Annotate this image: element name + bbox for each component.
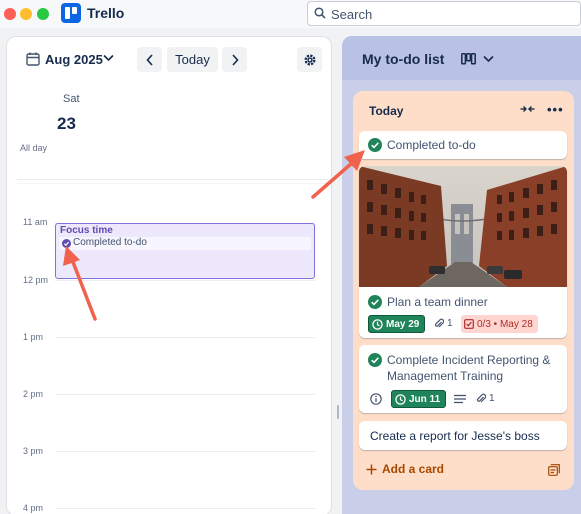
board-header: My to-do list xyxy=(342,36,581,80)
calendar-settings-button[interactable] xyxy=(297,47,322,72)
checklist-icon xyxy=(464,319,474,329)
due-date-badge[interactable]: Jun 11 xyxy=(391,390,447,408)
clock-icon xyxy=(372,318,383,330)
clock-icon xyxy=(395,393,406,405)
board-title[interactable]: My to-do list xyxy=(362,51,444,67)
info-icon xyxy=(370,393,382,405)
chevron-down-icon[interactable] xyxy=(103,54,114,62)
zoom-window-button[interactable] xyxy=(37,8,49,20)
check-circle-icon xyxy=(368,138,382,152)
list-more-icon[interactable]: ••• xyxy=(547,102,564,117)
calendar-event-focus-time[interactable]: Focus time Completed to-do xyxy=(55,223,315,279)
calendar-icon xyxy=(26,52,40,66)
due-date-label: Jun 11 xyxy=(409,393,441,405)
description-icon xyxy=(454,394,466,404)
attachment-count: 1 xyxy=(434,318,453,329)
hour-label: 1 pm xyxy=(23,332,44,342)
add-card-button[interactable]: Add a card xyxy=(366,462,444,476)
today-button[interactable]: Today xyxy=(167,47,218,72)
hour-label: 12 pm xyxy=(23,275,49,285)
checklist-label: 0/3 • May 28 xyxy=(477,318,533,330)
search-icon xyxy=(314,7,326,19)
calendar-panel: Aug 2025 Today Sat 23 All day 11 am 12 p… xyxy=(6,36,332,514)
event-todo-label: Completed to-do xyxy=(73,237,147,248)
chevron-down-icon[interactable] xyxy=(483,55,494,63)
all-day-divider-shadow xyxy=(17,183,331,184)
card-title: Complete Incident Reporting & Management… xyxy=(387,353,551,383)
board-view-icon[interactable] xyxy=(461,53,476,65)
paperclip-icon xyxy=(434,318,444,328)
card-title: Plan a team dinner xyxy=(387,295,488,309)
hour-label: 11 am xyxy=(23,217,48,227)
hour-line xyxy=(55,451,315,452)
gear-icon xyxy=(303,53,316,66)
day-number[interactable]: 23 xyxy=(57,114,76,134)
list-today: Today ••• Completed to-do Plan a team di… xyxy=(353,91,574,490)
app-name: Trello xyxy=(87,5,125,21)
event-title: Focus time xyxy=(60,225,113,236)
attachment-count-label: 1 xyxy=(447,318,453,329)
add-card-label: Add a card xyxy=(382,462,445,476)
paperclip-icon xyxy=(476,393,486,403)
card-plan-team-dinner[interactable]: Plan a team dinner May 29 1 0/3 • May 28 xyxy=(359,166,567,338)
hour-line xyxy=(55,337,315,338)
search-placeholder: Search xyxy=(331,7,373,22)
close-window-button[interactable] xyxy=(4,8,16,20)
hour-line xyxy=(55,394,315,395)
card-title: Create a report for Jesse's boss xyxy=(370,429,540,443)
attachment-count: 1 xyxy=(476,393,495,404)
check-circle-icon xyxy=(62,239,71,248)
card-template-icon[interactable] xyxy=(548,464,560,476)
due-date-label: May 29 xyxy=(386,318,420,330)
due-date-badge[interactable]: May 29 xyxy=(368,315,426,333)
card-cover-image xyxy=(359,166,567,287)
minimize-window-button[interactable] xyxy=(20,8,32,20)
month-selector[interactable]: Aug 2025 xyxy=(45,52,103,67)
search-input[interactable]: Search xyxy=(307,1,581,26)
check-circle-icon xyxy=(368,295,382,309)
previous-day-button[interactable] xyxy=(137,47,162,72)
event-todo-item[interactable]: Completed to-do xyxy=(59,237,311,250)
collapse-list-icon[interactable] xyxy=(520,104,535,114)
hour-line xyxy=(55,508,315,509)
hour-label: 4 pm xyxy=(23,503,44,513)
chevron-left-icon xyxy=(145,53,153,66)
all-day-label: All day xyxy=(20,143,48,153)
hour-label: 3 pm xyxy=(23,446,44,456)
check-circle-icon xyxy=(368,353,382,367)
card-completed-todo[interactable]: Completed to-do xyxy=(359,131,567,159)
hour-line xyxy=(55,280,315,281)
plus-icon xyxy=(366,464,377,474)
trello-logo-icon[interactable] xyxy=(61,3,81,23)
all-day-divider xyxy=(17,179,331,180)
card-title: Completed to-do xyxy=(387,138,476,152)
card-incident-training[interactable]: Complete Incident Reporting & Management… xyxy=(359,345,567,413)
list-title[interactable]: Today xyxy=(369,104,403,118)
chevron-right-icon xyxy=(231,53,239,66)
title-bar: Trello Search xyxy=(0,0,581,28)
day-name: Sat xyxy=(63,93,80,105)
panel-resize-handle[interactable] xyxy=(337,405,339,419)
hour-label: 2 pm xyxy=(23,389,44,399)
card-create-report[interactable]: Create a report for Jesse's boss xyxy=(359,421,567,450)
attachment-count-label: 1 xyxy=(489,393,495,404)
next-day-button[interactable] xyxy=(222,47,247,72)
checklist-badge: 0/3 • May 28 xyxy=(461,315,538,333)
